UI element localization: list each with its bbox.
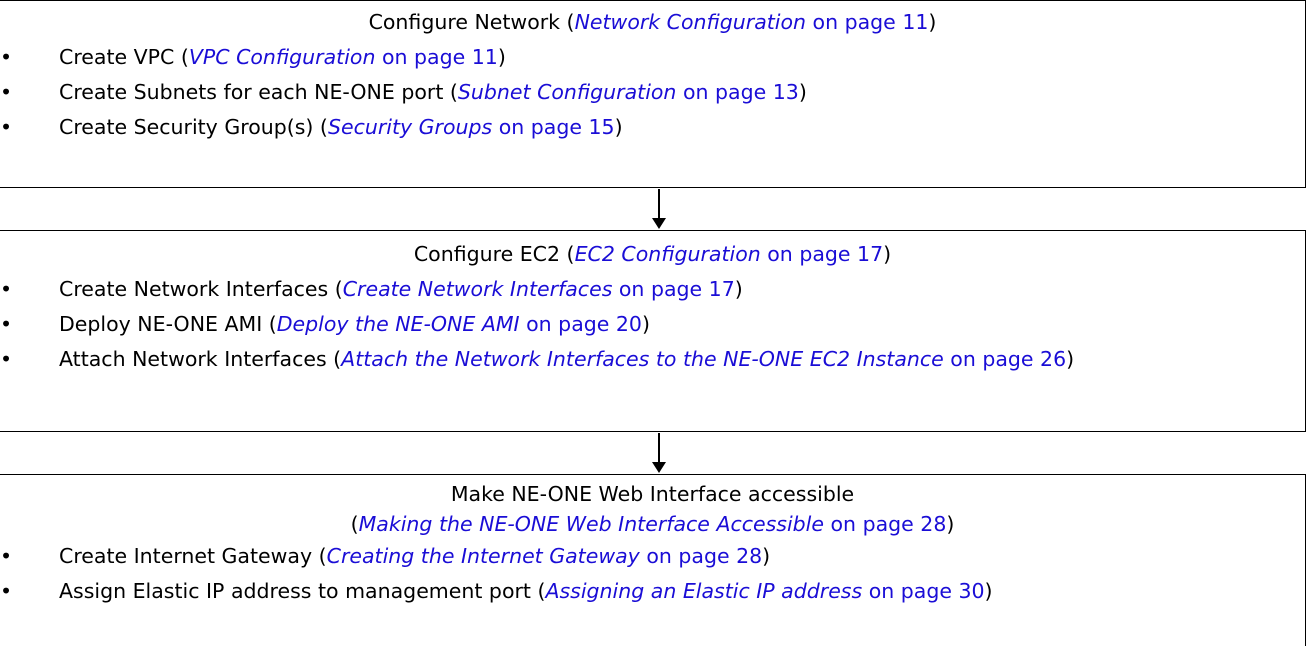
bullet: • xyxy=(0,544,13,568)
title-link-line: (Making the NE-ONE Web Interface Accessi… xyxy=(0,509,1305,539)
item-text: Create VPC ( xyxy=(59,45,189,69)
link-page: on page 17 xyxy=(760,242,884,266)
item-suffix: ) xyxy=(641,312,650,336)
step-title-configure-network: Configure Network (Network Configuration… xyxy=(0,5,1305,40)
link-making-web-interface-accessible[interactable]: Making the NE-ONE Web Interface Accessib… xyxy=(359,512,947,536)
link-page: on page 28 xyxy=(639,544,763,568)
flow-arrow xyxy=(652,189,666,230)
step-box-configure-network: Configure Network (Network Configuration… xyxy=(0,0,1306,188)
list-item: • Create Network Interfaces (Create Netwo… xyxy=(0,272,1305,307)
link-text: EC2 Configuration xyxy=(574,242,761,266)
item-text: Assign Elastic IP address to management … xyxy=(59,579,546,603)
item-suffix: ) xyxy=(734,277,743,301)
list-item: • Attach Network Interfaces (Attach the N… xyxy=(0,342,1305,373)
item-text: Create Subnets for each NE-ONE port ( xyxy=(59,80,458,104)
link-text: Create Network Interfaces xyxy=(342,277,613,301)
item-text: Attach Network Interfaces ( xyxy=(59,347,342,371)
list-item: • Deploy NE-ONE AMI (Deploy the NE-ONE AM… xyxy=(0,307,1305,342)
link-page: on page 28 xyxy=(824,512,947,536)
item-suffix: ) xyxy=(497,45,506,69)
step-title-configure-ec2: Configure EC2 (EC2 Configuration on page… xyxy=(0,237,1305,272)
link-security-groups[interactable]: Security Groups on page 15 xyxy=(328,115,615,139)
link-text: Making the NE-ONE Web Interface Accessib… xyxy=(358,512,824,536)
step-title-web-interface: Make NE-ONE Web Interface accessible (Ma… xyxy=(0,479,1305,539)
flow-arrow xyxy=(652,433,666,474)
arrow-shaft xyxy=(658,433,660,463)
link-deploy-ne-one-ami[interactable]: Deploy the NE-ONE AMI on page 20 xyxy=(277,312,642,336)
link-page: on page 30 xyxy=(862,579,985,603)
item-text: Deploy NE-ONE AMI ( xyxy=(59,312,277,336)
bullet: • xyxy=(0,80,13,104)
link-text: Creating the Internet Gateway xyxy=(326,544,640,568)
link-page: on page 15 xyxy=(492,115,615,139)
link-create-network-interfaces[interactable]: Create Network Interfaces on page 17 xyxy=(343,277,735,301)
link-ec2-configuration[interactable]: EC2 Configuration on page 17 xyxy=(575,242,884,266)
bullet: • xyxy=(0,115,13,139)
title-suffix: ) xyxy=(928,10,937,34)
bullet: • xyxy=(0,45,13,69)
list-item: • Create Subnets for each NE-ONE port (Su… xyxy=(0,75,1305,110)
link-text: Assigning an Elastic IP address xyxy=(545,579,863,603)
item-text: Create Internet Gateway ( xyxy=(59,544,327,568)
link-page: on page 11 xyxy=(375,45,498,69)
bullet: • xyxy=(0,579,13,603)
title-suffix: ) xyxy=(883,242,892,266)
step-box-web-interface: Make NE-ONE Web Interface accessible (Ma… xyxy=(0,474,1306,646)
link-page: on page 26 xyxy=(943,347,1067,371)
item-suffix: ) xyxy=(614,115,623,139)
arrow-head xyxy=(652,218,666,229)
arrow-head xyxy=(652,462,666,473)
link-text: Network Configuration xyxy=(574,10,807,34)
link-page: on page 20 xyxy=(519,312,642,336)
link-vpc-configuration[interactable]: VPC Configuration on page 11 xyxy=(189,45,498,69)
link-page: on page 17 xyxy=(612,277,735,301)
item-suffix: ) xyxy=(762,544,771,568)
step-box-configure-ec2: Configure EC2 (EC2 Configuration on page… xyxy=(0,230,1306,432)
link-text: Attach the Network Interfaces to the NE-… xyxy=(341,347,944,371)
list-item: • Create Internet Gateway (Creating the I… xyxy=(0,539,1305,574)
item-text: Create Security Group(s) ( xyxy=(59,115,328,139)
link-attach-network-interfaces[interactable]: Attach the Network Interfaces to the NE-… xyxy=(341,347,1066,371)
title-text: Configure Network ( xyxy=(368,10,575,34)
link-page: on page 13 xyxy=(676,80,799,104)
link-text: Security Groups xyxy=(327,115,493,139)
bullet: • xyxy=(0,347,13,371)
arrow-shaft xyxy=(658,189,660,219)
list-item: • Create VPC (VPC Configuration on page 1… xyxy=(0,40,1305,75)
link-network-configuration[interactable]: Network Configuration on page 11 xyxy=(575,10,929,34)
link-page: on page 11 xyxy=(806,10,929,34)
list-item: • Assign Elastic IP address to management… xyxy=(0,574,1305,609)
bullet: • xyxy=(0,277,13,301)
link-text: VPC Configuration xyxy=(188,45,376,69)
link-creating-internet-gateway[interactable]: Creating the Internet Gateway on page 28 xyxy=(327,544,763,568)
title-suffix: ) xyxy=(946,512,955,536)
title-line: Make NE-ONE Web Interface accessible xyxy=(450,482,855,506)
link-text: Subnet Configuration xyxy=(457,80,677,104)
title-text: ( xyxy=(350,512,359,536)
item-suffix: ) xyxy=(1066,347,1075,371)
item-suffix: ) xyxy=(798,80,807,104)
title-text: Configure EC2 ( xyxy=(413,242,575,266)
link-assigning-elastic-ip[interactable]: Assigning an Elastic IP address on page … xyxy=(545,579,984,603)
list-item: • Create Security Group(s) (Security Grou… xyxy=(0,110,1305,145)
link-subnet-configuration[interactable]: Subnet Configuration on page 13 xyxy=(458,80,799,104)
bullet: • xyxy=(0,312,13,336)
item-suffix: ) xyxy=(984,579,993,603)
link-text: Deploy the NE-ONE AMI xyxy=(276,312,520,336)
item-text: Create Network Interfaces ( xyxy=(59,277,343,301)
